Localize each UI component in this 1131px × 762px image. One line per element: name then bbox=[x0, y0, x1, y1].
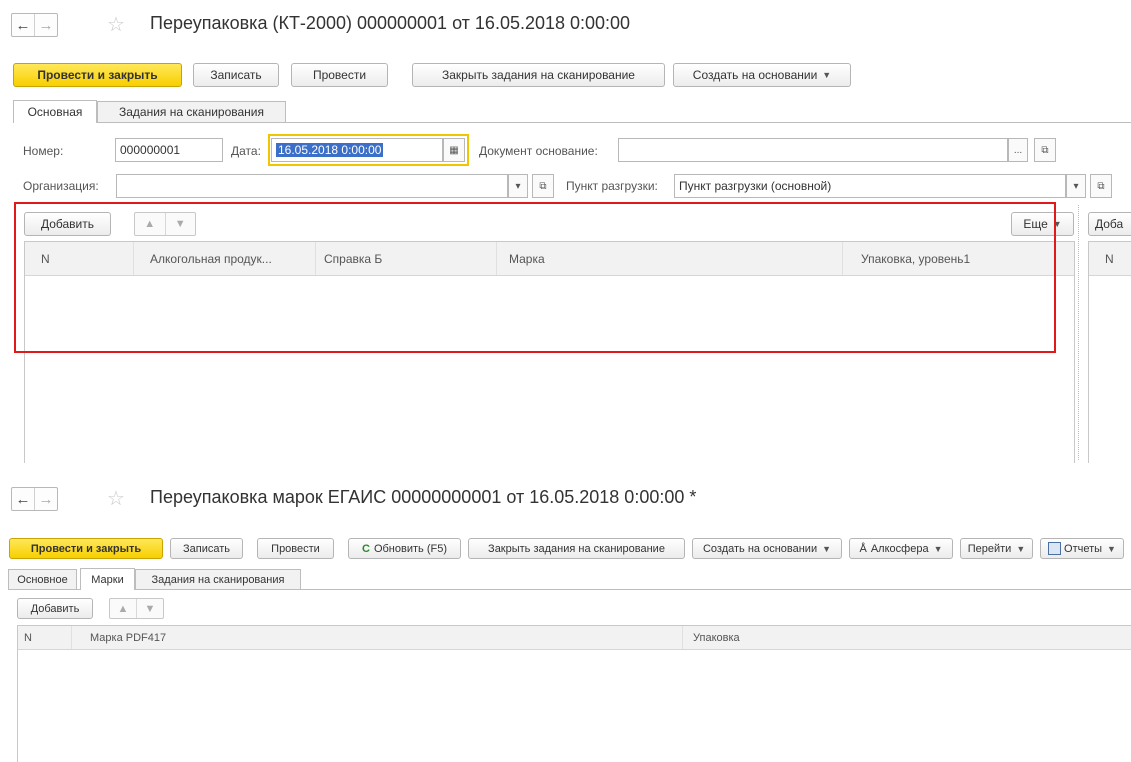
reports-label: Отчеты bbox=[1064, 542, 1103, 555]
tab-scan-tasks-label: Задания на сканирования bbox=[118, 105, 264, 119]
dropdown-caret-icon: ▼ bbox=[933, 543, 943, 554]
alkosfera-icon: Å bbox=[859, 542, 867, 555]
reports-button[interactable]: Отчеты ▼ bbox=[1040, 538, 1124, 559]
tab-main-label: Основное bbox=[17, 573, 68, 586]
chevron-down-icon[interactable]: ▾ bbox=[1066, 174, 1086, 198]
col-packaging[interactable]: Упаковка bbox=[683, 626, 1131, 649]
close-scan-tasks-label: Закрыть задания на сканирование bbox=[488, 542, 665, 555]
open-icon[interactable]: ⧉ bbox=[1090, 174, 1112, 198]
dropdown-caret-icon: ▼ bbox=[1016, 543, 1026, 554]
back-arrow-icon[interactable]: ← bbox=[12, 488, 34, 510]
side-table: N bbox=[1088, 241, 1131, 463]
bottom-table: N Марка PDF417 Упаковка bbox=[17, 625, 1131, 762]
date-label: Дата: bbox=[231, 144, 261, 158]
refresh-button[interactable]: C Обновить (F5) bbox=[348, 538, 461, 559]
dropdown-caret-icon: ▼ bbox=[822, 543, 832, 554]
page-title: Переупаковка (КТ-2000) 000000001 от 16.0… bbox=[150, 13, 631, 33]
date-value: 16.05.2018 0:00:00 bbox=[276, 143, 384, 157]
bottom-nav-group: ← → bbox=[11, 487, 58, 511]
create-based-on-label: Создать на основании bbox=[692, 68, 818, 82]
org-label: Организация: bbox=[23, 179, 99, 193]
forward-arrow-icon[interactable]: → bbox=[34, 14, 57, 36]
post-and-close-label: Провести и закрыть bbox=[30, 542, 142, 555]
save-label: Записать bbox=[210, 68, 262, 82]
panel-splitter[interactable] bbox=[1078, 205, 1079, 460]
side-col-n[interactable]: N bbox=[1089, 242, 1131, 275]
tab-main[interactable]: Основная bbox=[13, 100, 97, 123]
refresh-icon: C bbox=[362, 542, 370, 555]
col-mark-pdf417[interactable]: Марка PDF417 bbox=[72, 626, 683, 649]
base-doc-label: Документ основание: bbox=[479, 144, 598, 158]
goto-label: Перейти bbox=[967, 542, 1012, 555]
alkosfera-button[interactable]: Å Алкосфера ▼ bbox=[849, 538, 953, 559]
side-add-label: Доба bbox=[1095, 217, 1124, 231]
save-button[interactable]: Записать bbox=[170, 538, 243, 559]
post-and-close-button[interactable]: Провести и закрыть bbox=[9, 538, 163, 559]
side-table-header: N bbox=[1089, 242, 1131, 276]
unload-point-label: Пункт разгрузки: bbox=[566, 179, 658, 193]
number-field[interactable]: 000000001 bbox=[115, 138, 223, 162]
open-icon[interactable]: ⧉ bbox=[1034, 138, 1056, 162]
date-field[interactable]: 16.05.2018 0:00:00 bbox=[271, 138, 443, 162]
create-based-on-button[interactable]: Создать на основании ▼ bbox=[673, 63, 851, 87]
close-scan-tasks-label: Закрыть задания на сканирование bbox=[442, 68, 635, 82]
back-arrow-icon[interactable]: ← bbox=[12, 14, 34, 36]
refresh-label: Обновить (F5) bbox=[373, 542, 447, 555]
bottom-page-title: Переупаковка марок ЕГАИС 00000000001 от … bbox=[150, 487, 697, 507]
bottom-table-header: N Марка PDF417 Упаковка bbox=[18, 626, 1131, 650]
unload-point-field[interactable]: Пункт разгрузки (основной) bbox=[674, 174, 1066, 198]
up-arrow-icon[interactable]: ▲ bbox=[110, 599, 136, 618]
tab-scan-tasks-label: Задания на сканирования bbox=[151, 573, 285, 586]
tab-marks-label: Марки bbox=[91, 573, 124, 586]
top-nav-group: ← → bbox=[11, 13, 58, 37]
chevron-down-icon[interactable]: ▾ bbox=[508, 174, 528, 198]
open-icon[interactable]: ⧉ bbox=[532, 174, 554, 198]
post-label: Провести bbox=[271, 542, 320, 555]
tab-marks[interactable]: Марки bbox=[80, 568, 135, 590]
tab-main-label: Основная bbox=[27, 105, 83, 119]
post-button[interactable]: Провести bbox=[291, 63, 388, 87]
create-based-on-label: Создать на основании bbox=[702, 542, 818, 555]
tab-main[interactable]: Основное bbox=[8, 569, 77, 589]
col-n[interactable]: N bbox=[18, 626, 72, 649]
close-scan-tasks-button[interactable]: Закрыть задания на сканирование bbox=[468, 538, 685, 559]
calendar-icon[interactable]: ▦ bbox=[443, 138, 465, 162]
org-field[interactable] bbox=[116, 174, 508, 198]
tab-scan-tasks[interactable]: Задания на сканирования bbox=[135, 569, 301, 589]
base-doc-field[interactable] bbox=[618, 138, 1008, 162]
select-ellipsis-icon[interactable]: ... bbox=[1008, 138, 1028, 162]
reports-icon bbox=[1048, 542, 1062, 555]
number-label: Номер: bbox=[23, 144, 64, 158]
post-and-close-button[interactable]: Провести и закрыть bbox=[13, 63, 182, 87]
create-based-on-button[interactable]: Создать на основании ▼ bbox=[692, 538, 842, 559]
dropdown-caret-icon: ▼ bbox=[822, 70, 832, 80]
down-arrow-icon[interactable]: ▼ bbox=[136, 599, 163, 618]
bottom-tab-underline bbox=[8, 589, 1131, 590]
goto-button[interactable]: Перейти ▼ bbox=[960, 538, 1033, 559]
highlight-box bbox=[14, 202, 1056, 353]
alkosfera-label: Алкосфера bbox=[870, 542, 929, 555]
star-icon[interactable]: ☆ bbox=[107, 486, 125, 511]
save-button[interactable]: Записать bbox=[193, 63, 279, 87]
tab-underline bbox=[13, 122, 1131, 123]
tab-scan-tasks[interactable]: Задания на сканирования bbox=[97, 101, 286, 122]
side-add-button[interactable]: Доба bbox=[1088, 212, 1131, 236]
close-scan-tasks-button[interactable]: Закрыть задания на сканирование bbox=[412, 63, 665, 87]
post-and-close-label: Провести и закрыть bbox=[37, 68, 158, 82]
add-row-button[interactable]: Добавить bbox=[17, 598, 93, 619]
forward-arrow-icon[interactable]: → bbox=[34, 488, 57, 510]
star-icon[interactable]: ☆ bbox=[107, 12, 125, 37]
post-label: Провести bbox=[312, 68, 367, 82]
post-button[interactable]: Провести bbox=[257, 538, 334, 559]
dropdown-caret-icon: ▼ bbox=[1107, 543, 1116, 554]
add-row-label: Добавить bbox=[30, 602, 80, 615]
move-arrows: ▲ ▼ bbox=[109, 598, 164, 619]
save-label: Записать bbox=[182, 542, 230, 555]
